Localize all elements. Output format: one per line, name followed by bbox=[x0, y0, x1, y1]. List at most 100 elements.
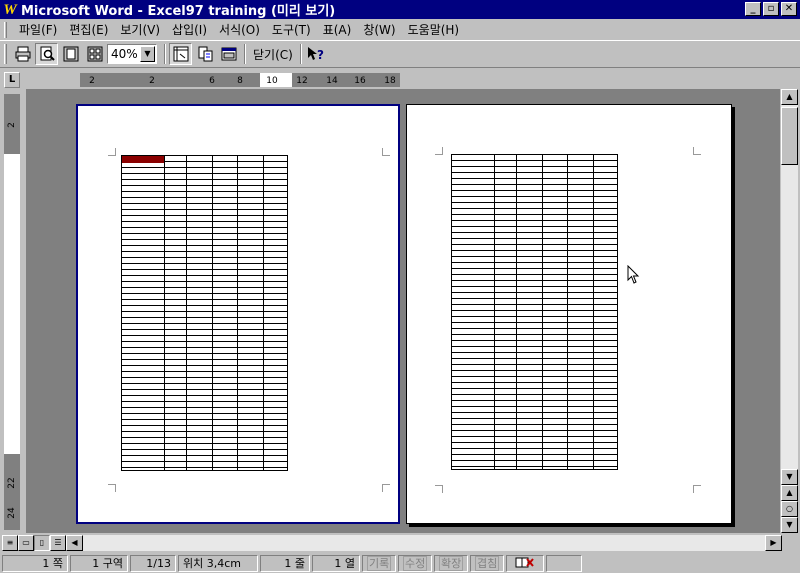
menu-file[interactable]: 파일(F) bbox=[13, 21, 63, 38]
margin-corner-mark bbox=[108, 148, 116, 156]
margin-corner-mark bbox=[435, 147, 443, 155]
full-screen-button[interactable] bbox=[217, 43, 240, 65]
ruler-tick: 16 bbox=[354, 76, 366, 86]
context-help-icon: ? bbox=[308, 47, 324, 62]
chevron-down-icon[interactable]: ▼ bbox=[140, 46, 155, 62]
toolbar-separator bbox=[299, 44, 302, 64]
ruler-tick: 8 bbox=[237, 76, 243, 86]
title-bar: W Microsoft Word - Excel97 training (미리 … bbox=[0, 0, 800, 19]
preview-workspace[interactable] bbox=[26, 89, 780, 533]
table-column-line bbox=[494, 155, 495, 469]
one-page-button[interactable] bbox=[59, 43, 82, 65]
preview-page-1[interactable] bbox=[76, 104, 400, 524]
magnifier-button[interactable] bbox=[35, 43, 58, 65]
minimize-button[interactable]: _ bbox=[745, 2, 761, 16]
spreadsheet-table-thumbnail bbox=[121, 155, 288, 471]
ruler-tick: 6 bbox=[209, 76, 215, 86]
ruler-tick: 10 bbox=[266, 76, 278, 86]
next-page-icon[interactable]: ▼ bbox=[781, 517, 798, 533]
vertical-scrollbar[interactable]: ▲ ▼ ▲ ○ ▼ bbox=[781, 89, 798, 533]
ruler-tick: 2 bbox=[149, 76, 155, 86]
ruler-tick: 12 bbox=[296, 76, 308, 86]
toolbar-grip[interactable] bbox=[4, 44, 7, 64]
table-column-line bbox=[186, 156, 187, 470]
status-extra-pane bbox=[546, 554, 582, 572]
context-help-button[interactable]: ? bbox=[305, 43, 328, 65]
page-layout-icon[interactable]: ▯ bbox=[34, 535, 50, 551]
horizontal-scroll-row: ≡ ▭ ▯ ☰ ◀ ▶ bbox=[0, 535, 800, 552]
scroll-right-arrow-icon[interactable]: ▶ bbox=[765, 535, 782, 551]
menu-tools[interactable]: 도구(T) bbox=[266, 21, 317, 38]
tab-selector-button[interactable]: L bbox=[4, 72, 20, 88]
horizontal-scrollbar[interactable] bbox=[83, 535, 765, 551]
ruler-tick: 22 bbox=[7, 477, 17, 489]
menu-grip[interactable] bbox=[4, 21, 7, 38]
shrink-to-fit-button[interactable] bbox=[193, 43, 216, 65]
vertical-ruler[interactable]: 2 22 24 bbox=[4, 94, 20, 530]
print-button[interactable] bbox=[11, 43, 34, 65]
online-layout-icon[interactable]: ▭ bbox=[18, 535, 34, 551]
multiple-pages-button[interactable] bbox=[83, 43, 106, 65]
status-overtype-mode[interactable]: 겹침 bbox=[470, 554, 504, 572]
menu-window[interactable]: 창(W) bbox=[357, 21, 401, 38]
status-revision-mode[interactable]: 수정 bbox=[398, 554, 432, 572]
mouse-pointer-icon bbox=[627, 265, 640, 284]
maximize-button[interactable]: ▫ bbox=[763, 2, 779, 16]
scroll-up-arrow-icon[interactable]: ▲ bbox=[781, 89, 798, 105]
ruler-tick: 24 bbox=[7, 507, 17, 519]
table-column-line bbox=[593, 155, 594, 469]
window-title: Microsoft Word - Excel97 training (미리 보기… bbox=[21, 4, 336, 19]
spelling-status-button[interactable] bbox=[506, 554, 544, 572]
status-bar: 1 쪽 1 구역 1/13 위치 3,4cm 1 줄 1 열 기록 수정 확장 … bbox=[0, 553, 800, 573]
menu-bar: 파일(F) 편집(E) 보기(V) 삽입(I) 서식(O) 도구(T) 표(A)… bbox=[0, 19, 800, 40]
status-page: 1 쪽 bbox=[2, 554, 68, 572]
print-icon bbox=[15, 46, 30, 62]
one-page-icon bbox=[63, 46, 78, 62]
status-line: 1 줄 bbox=[260, 554, 310, 572]
menu-insert[interactable]: 삽입(I) bbox=[166, 21, 213, 38]
normal-view-icon[interactable]: ≡ bbox=[2, 535, 18, 551]
margin-corner-mark bbox=[382, 484, 390, 492]
book-spelling-icon bbox=[515, 557, 534, 567]
word-app-icon[interactable]: W bbox=[2, 2, 18, 18]
menu-edit[interactable]: 편집(E) bbox=[63, 21, 114, 38]
toolbar-separator bbox=[244, 44, 246, 64]
shrink-to-fit-icon bbox=[198, 46, 212, 62]
status-extend-mode[interactable]: 확장 bbox=[434, 554, 468, 572]
vertical-scroll-thumb[interactable] bbox=[781, 107, 798, 165]
scroll-down-arrow-icon[interactable]: ▼ bbox=[781, 469, 798, 485]
status-section: 1 구역 bbox=[70, 554, 128, 572]
menu-view[interactable]: 보기(V) bbox=[114, 21, 166, 38]
preview-page-2[interactable] bbox=[406, 104, 732, 524]
print-preview-toolbar: 40% ▼ 닫기(C) ? bbox=[0, 40, 800, 68]
close-button[interactable]: ✕ bbox=[781, 2, 797, 16]
margin-corner-mark bbox=[693, 485, 701, 493]
outline-view-icon[interactable]: ☰ bbox=[50, 535, 66, 551]
table-header-highlight bbox=[122, 156, 164, 163]
status-position: 위치 3,4cm bbox=[178, 554, 258, 572]
menu-help[interactable]: 도움말(H) bbox=[402, 21, 466, 38]
multiple-pages-icon bbox=[87, 46, 102, 62]
table-column-line bbox=[542, 155, 543, 469]
ruler-tick: 2 bbox=[89, 76, 95, 86]
margin-corner-mark bbox=[693, 147, 701, 155]
table-column-line bbox=[212, 156, 213, 470]
magnifier-icon bbox=[40, 46, 55, 61]
word-window: W Microsoft Word - Excel97 training (미리 … bbox=[0, 0, 800, 573]
zoom-value: 40% bbox=[111, 47, 138, 61]
table-column-line bbox=[237, 156, 238, 470]
browse-object-icon[interactable]: ○ bbox=[781, 501, 798, 517]
zoom-combo[interactable]: 40% ▼ bbox=[107, 44, 157, 64]
ruler-tick: 18 bbox=[384, 76, 396, 86]
status-page-of: 1/13 bbox=[130, 554, 176, 572]
table-column-line bbox=[263, 156, 264, 470]
status-record-mode[interactable]: 기록 bbox=[362, 554, 396, 572]
view-ruler-button[interactable] bbox=[169, 43, 192, 65]
close-preview-button[interactable]: 닫기(C) bbox=[249, 43, 297, 65]
menu-format[interactable]: 서식(O) bbox=[213, 21, 266, 38]
scroll-left-arrow-icon[interactable]: ◀ bbox=[66, 535, 83, 551]
menu-table[interactable]: 표(A) bbox=[317, 21, 358, 38]
ruler-tick: 14 bbox=[326, 76, 338, 86]
ruler-tick: 2 bbox=[7, 122, 17, 128]
previous-page-icon[interactable]: ▲ bbox=[781, 485, 798, 501]
